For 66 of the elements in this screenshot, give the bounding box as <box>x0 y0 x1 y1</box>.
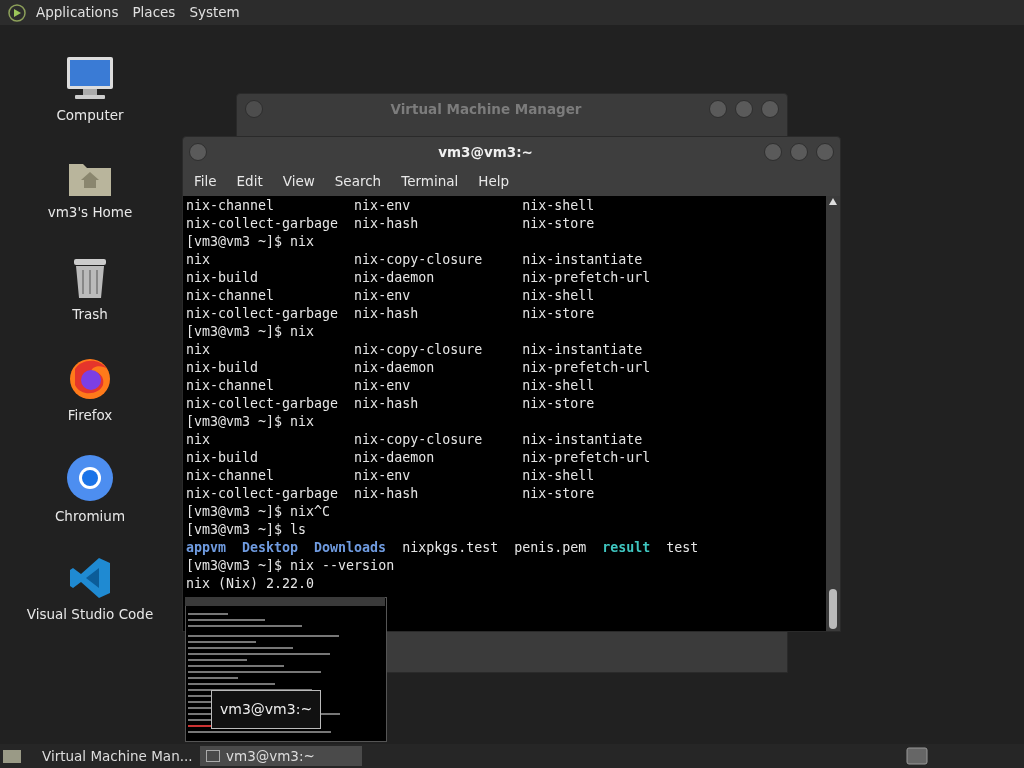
terminal-line: nix-channel nix-env nix-shell <box>186 467 595 485</box>
terminal-line: [vm3@vm3 ~]$ nix <box>186 233 315 251</box>
window-title: vm3@vm3:~ <box>438 142 533 162</box>
terminal-line: nix-collect-garbage nix-hash nix-store <box>186 485 595 503</box>
menu-item[interactable]: View <box>282 171 315 192</box>
terminal-line: nixpkgs.test <box>402 539 499 557</box>
taskbar-button[interactable]: vm3@vm3:~ <box>200 746 362 766</box>
terminal-line: nix-collect-garbage nix-hash nix-store <box>186 215 595 233</box>
desktop-icon-label[interactable]: Computer <box>56 104 124 126</box>
terminal-line: nix-collect-garbage nix-hash nix-store <box>186 305 595 323</box>
scroll-thumb[interactable] <box>829 589 837 629</box>
scroll-up-icon[interactable] <box>829 198 837 205</box>
play-logo-icon <box>8 3 26 22</box>
terminal-line: result <box>602 539 651 557</box>
show-desktop-icon[interactable] <box>2 747 22 765</box>
workspace-icon[interactable] <box>906 747 928 765</box>
terminal-line: [vm3@vm3 ~]$ nix --version <box>186 557 395 575</box>
desktop-icon-label[interactable]: vm3's Home <box>47 201 133 223</box>
taskbar-button[interactable]: Virtual Machine Man... <box>30 746 192 766</box>
code-editor-icon <box>68 555 112 600</box>
window-title: Virtual Machine Manager <box>390 99 582 119</box>
menu-item[interactable]: Edit <box>236 171 263 192</box>
panel-menu[interactable]: Applications <box>36 2 119 23</box>
window-control-button[interactable] <box>764 143 782 161</box>
terminal-line: nix-build nix-daemon nix-prefetch-url <box>186 269 651 287</box>
panel-menu[interactable]: System <box>189 2 240 23</box>
terminal-line: nix-build nix-daemon nix-prefetch-url <box>186 359 651 377</box>
terminal-line: penis.pem <box>514 539 587 557</box>
desktop-icon-label[interactable]: Visual Studio Code <box>26 603 154 625</box>
terminal-line: test <box>666 539 699 557</box>
desktop-icon-label[interactable]: Trash <box>72 303 108 325</box>
terminal-line: [vm3@vm3 ~]$ nix <box>186 413 315 431</box>
window-control-button[interactable] <box>790 143 808 161</box>
menu-item[interactable]: Help <box>478 171 510 192</box>
desktop-icon-label[interactable]: Firefox <box>67 404 113 426</box>
terminal-line: nix-channel nix-env nix-shell <box>186 287 595 305</box>
terminal-line: nix nix-copy-closure nix-instantiate <box>186 341 643 359</box>
preview-label: vm3@vm3:~ <box>211 690 322 729</box>
terminal-line: nix-collect-garbage nix-hash nix-store <box>186 395 595 413</box>
window-control-button[interactable] <box>709 100 727 118</box>
terminal-line: Desktop <box>242 539 299 557</box>
terminal-line: [vm3@vm3 ~]$ nix^C <box>186 503 331 521</box>
scrollbar[interactable] <box>826 196 840 631</box>
desktop-icon-label[interactable]: Chromium <box>54 505 126 527</box>
panel-menu[interactable]: Places <box>132 2 176 23</box>
terminal-line: nix-channel nix-env nix-shell <box>186 197 595 215</box>
window-control-button[interactable] <box>245 100 263 118</box>
window-icon <box>206 750 220 762</box>
window-control-button[interactable] <box>189 143 207 161</box>
menu-item[interactable]: Search <box>334 171 382 192</box>
terminal-line: nix-build nix-daemon nix-prefetch-url <box>186 449 651 467</box>
monitor-icon <box>65 54 115 101</box>
terminal-line: appvm <box>186 539 227 557</box>
terminal-line: Downloads <box>314 539 387 557</box>
menu-item[interactable]: File <box>194 171 217 192</box>
terminal-line: [vm3@vm3 ~]$ nix <box>186 323 315 341</box>
window-control-button[interactable] <box>761 100 779 118</box>
chromium-icon <box>66 453 114 502</box>
window-control-button[interactable] <box>816 143 834 161</box>
terminal-line: nix-channel nix-env nix-shell <box>186 377 595 395</box>
terminal-line: nix nix-copy-closure nix-instantiate <box>186 431 643 449</box>
menu-item[interactable]: Terminal <box>401 171 459 192</box>
window-control-button[interactable] <box>735 100 753 118</box>
terminal-line: [vm3@vm3 ~]$ ls <box>186 521 307 539</box>
terminal-line: nix (Nix) 2.22.0 <box>186 575 315 593</box>
terminal-line: nix nix-copy-closure nix-instantiate <box>186 251 643 269</box>
